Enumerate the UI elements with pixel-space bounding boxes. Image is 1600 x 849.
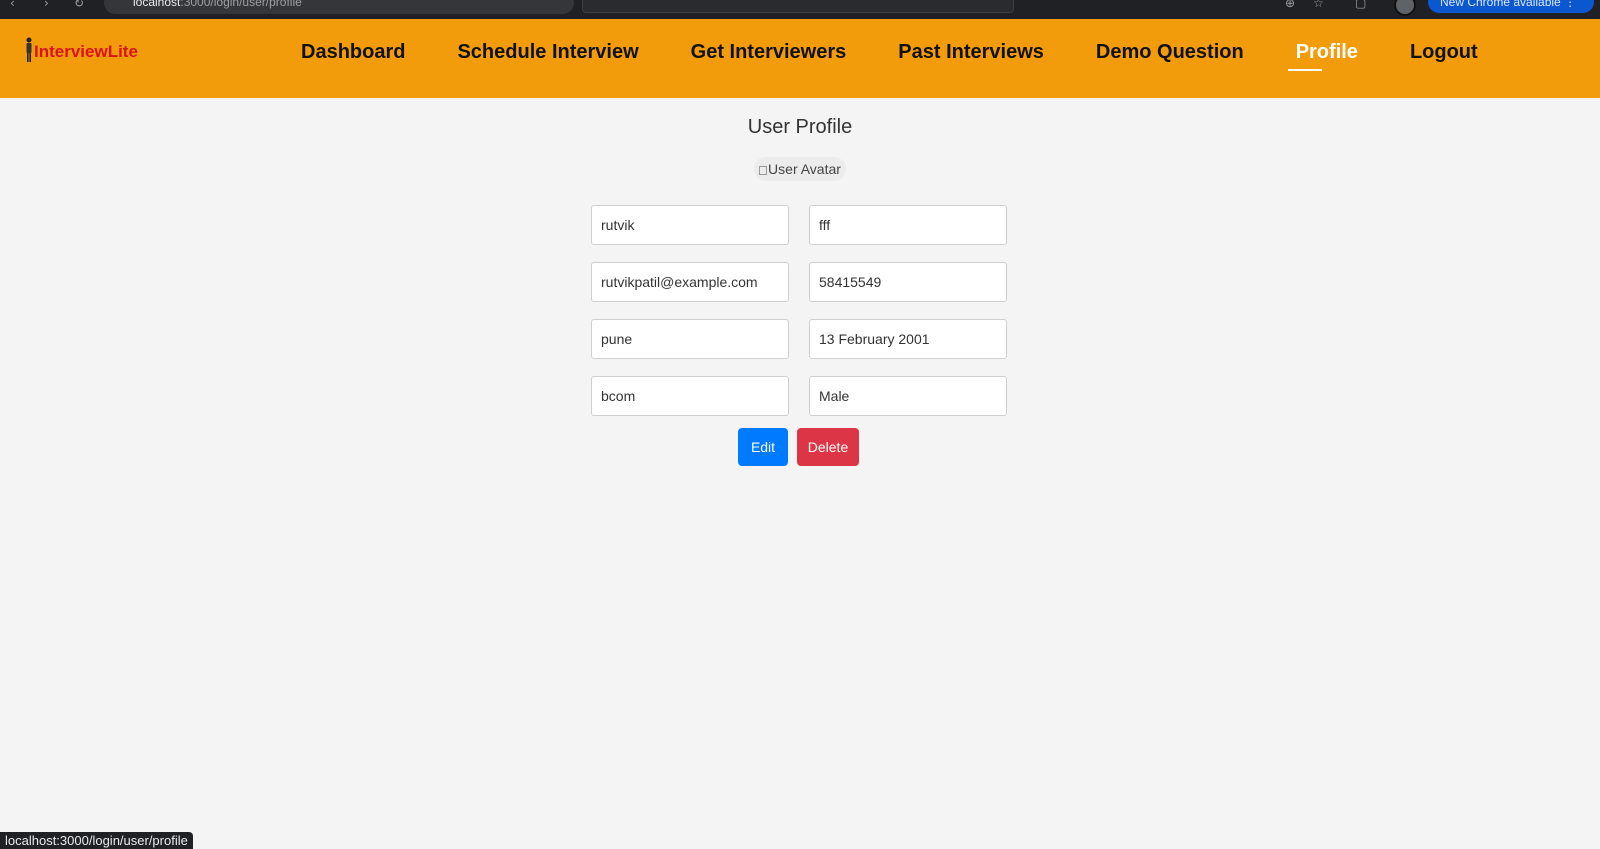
delete-button[interactable]: Delete <box>797 428 859 466</box>
translate-icon[interactable]: ⊕ <box>1285 0 1295 10</box>
gender-field[interactable] <box>809 376 1007 416</box>
education-field[interactable] <box>591 376 789 416</box>
broken-image-icon <box>759 166 768 175</box>
city-field[interactable] <box>591 319 789 359</box>
first-name-field[interactable] <box>591 205 789 245</box>
browser-toolbar: ‹ › ↻ localhost:3000/login/user/profile … <box>0 0 1600 19</box>
email-field[interactable] <box>591 262 789 302</box>
nav-profile[interactable]: Profile <box>1287 41 1358 71</box>
nav-logout[interactable]: Logout <box>1410 41 1478 64</box>
brand-logo[interactable]: InterviewLite <box>24 37 138 63</box>
profile-avatar-icon[interactable] <box>1394 0 1416 16</box>
chrome-update-button[interactable]: New Chrome available ⋮ <box>1428 0 1594 13</box>
address-bar-text: localhost:3000/login/user/profile <box>133 0 302 9</box>
person-icon <box>24 37 34 63</box>
page-title: User Profile <box>747 116 853 138</box>
brand-name: InterviewLite <box>34 42 138 61</box>
back-icon[interactable]: ‹ <box>10 0 15 9</box>
reload-icon[interactable]: ↻ <box>74 0 84 9</box>
nav-demo-question[interactable]: Demo Question <box>1096 41 1244 64</box>
star-icon[interactable]: ☆ <box>1313 0 1324 10</box>
forward-icon[interactable]: › <box>44 0 49 9</box>
nav-past-interviews[interactable]: Past Interviews <box>898 41 1044 64</box>
nav-get-interviewers[interactable]: Get Interviewers <box>691 41 847 64</box>
status-bar-link: localhost:3000/login/user/profile <box>0 832 193 849</box>
extensions-icon[interactable]: ▢ <box>1355 0 1366 10</box>
nav-dashboard[interactable]: Dashboard <box>301 41 405 64</box>
nav-schedule-interview[interactable]: Schedule Interview <box>457 41 638 64</box>
edit-button[interactable]: Edit <box>738 428 788 466</box>
phone-field[interactable] <box>809 262 1007 302</box>
avatar: User Avatar <box>754 157 846 181</box>
last-name-field[interactable] <box>809 205 1007 245</box>
navbar: InterviewLite Dashboard Schedule Intervi… <box>0 19 1600 98</box>
dob-field[interactable] <box>809 319 1007 359</box>
search-box[interactable] <box>582 0 1014 13</box>
nav-links: Dashboard Schedule Interview Get Intervi… <box>301 41 1530 71</box>
